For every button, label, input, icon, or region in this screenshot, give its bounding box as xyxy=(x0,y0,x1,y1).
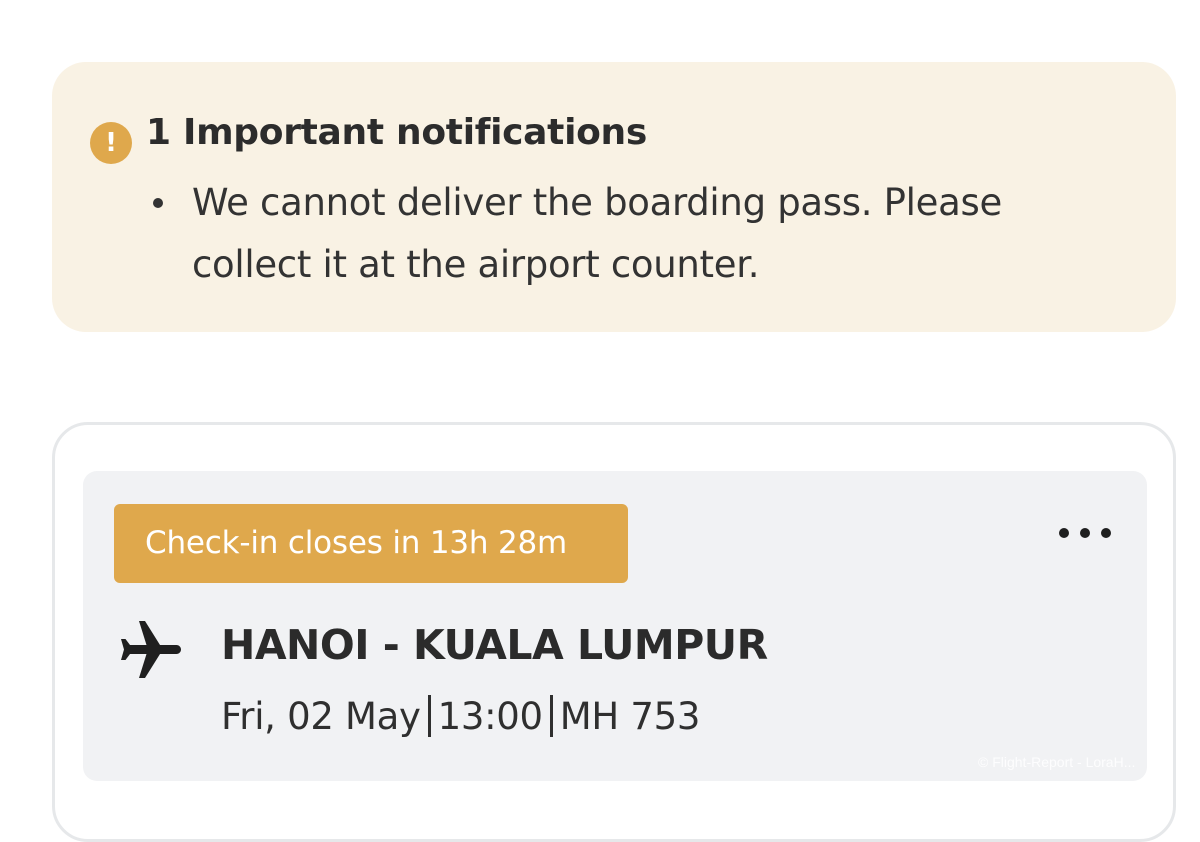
flight-route: HANOI - KUALA LUMPUR xyxy=(221,621,768,669)
more-options-button[interactable] xyxy=(1059,521,1111,545)
notification-text: We cannot deliver the boarding pass. Ple… xyxy=(192,181,1002,286)
notifications-title: 1 Important notifications xyxy=(146,112,648,153)
flight-time: 13:00 xyxy=(437,695,543,738)
separator xyxy=(427,695,431,737)
checkin-countdown-badge: Check-in closes in 13h 28m xyxy=(114,504,628,583)
notifications-list: We cannot deliver the boarding pass. Ple… xyxy=(153,172,1092,296)
flight-details: Fri, 02 May 13:00 MH 753 xyxy=(221,695,700,738)
notification-item: We cannot deliver the boarding pass. Ple… xyxy=(153,172,1092,296)
flight-number: MH 753 xyxy=(559,695,701,738)
bullet-icon xyxy=(153,198,163,208)
more-horizontal-icon xyxy=(1059,528,1069,538)
flight-card[interactable]: Check-in closes in 13h 28m HANOI - KUALA… xyxy=(52,422,1176,842)
separator xyxy=(549,695,553,737)
airplane-icon xyxy=(121,621,181,678)
flight-date: Fri, 02 May xyxy=(221,695,421,738)
more-dot xyxy=(1101,528,1111,538)
exclamation-circle-icon: ! xyxy=(90,122,132,164)
flight-card-summary[interactable]: Check-in closes in 13h 28m HANOI - KUALA… xyxy=(83,471,1147,781)
important-notifications-panel: ! 1 Important notifications We cannot de… xyxy=(52,62,1176,332)
more-dot xyxy=(1080,528,1090,538)
watermark: © Flight-Report - LoraH... xyxy=(978,754,1136,770)
